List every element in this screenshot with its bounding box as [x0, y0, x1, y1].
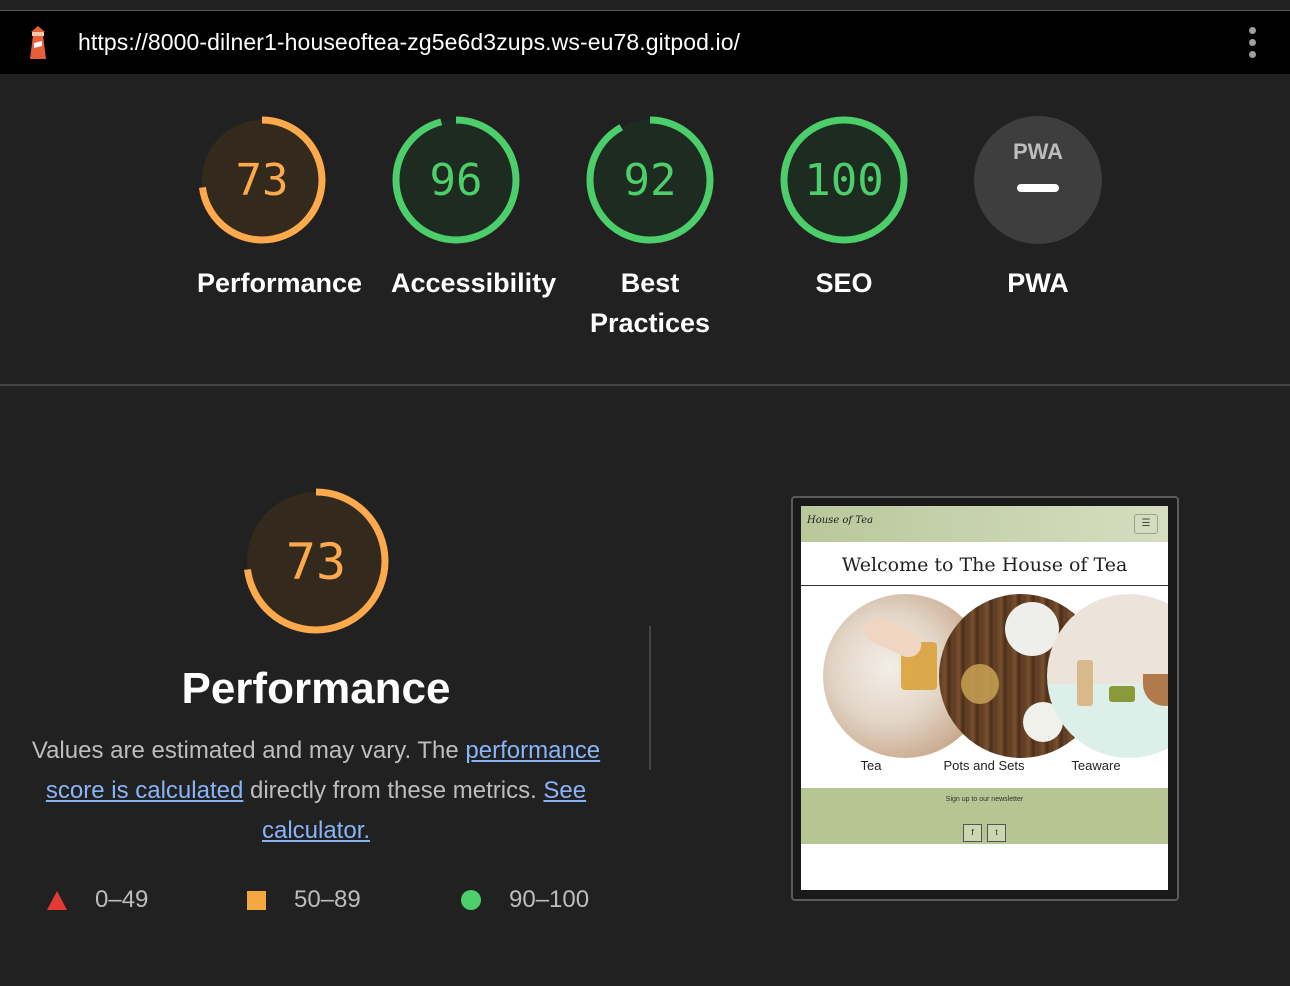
score-value: 92 — [624, 155, 677, 206]
site-navbar: House of Tea ☰ — [801, 506, 1168, 542]
heading-rule — [801, 585, 1168, 586]
score-label: Best Practices — [589, 268, 711, 338]
facebook-icon: f — [963, 824, 982, 842]
vertical-divider — [649, 626, 651, 770]
seo-gauge-ring: 100 — [780, 116, 908, 244]
pwa-badge-icon: PWA — [974, 116, 1102, 244]
twitter-icon: t — [987, 824, 1006, 842]
gauge-pwa[interactable]: PWA PWA — [973, 115, 1103, 303]
score-value: 73 — [236, 155, 289, 206]
performance-large-gauge: 73 — [243, 488, 389, 634]
kebab-menu-icon[interactable] — [1238, 27, 1266, 61]
legend-pass: 90–100 — [461, 886, 589, 914]
category-pots-and-sets: Pots and Sets — [943, 758, 1025, 773]
newsletter-text: Sign up to our newsletter — [945, 796, 1024, 803]
green-circle-icon — [461, 890, 481, 910]
gauge-seo[interactable]: 100 SEO — [779, 115, 909, 303]
score-label: Performance — [197, 268, 363, 298]
accessibility-gauge-ring: 96 — [392, 116, 520, 244]
score-label: SEO — [815, 268, 873, 298]
gauge-performance[interactable]: 73 Performance — [197, 115, 363, 303]
hamburger-menu-icon: ☰ — [1134, 514, 1158, 534]
performance-description: Values are estimated and may vary. The p… — [31, 737, 601, 844]
legend-average: 50–89 — [247, 886, 361, 914]
red-triangle-icon — [47, 890, 67, 910]
lighthouse-icon — [30, 26, 46, 59]
score-value: 100 — [804, 155, 883, 206]
orange-square-icon — [247, 890, 266, 910]
category-teaware: Teaware — [1071, 758, 1121, 773]
performance-gauge-ring: 73 — [198, 116, 326, 244]
pwa-badge-text: PWA — [1013, 139, 1063, 164]
page-screenshot[interactable]: House of Tea ☰ Welcome to The House of T… — [801, 506, 1168, 890]
category-tea: Tea — [860, 758, 882, 773]
gauge-best-practices[interactable]: 92 Best Practices — [585, 115, 715, 343]
performance-heading: Performance — [181, 664, 451, 713]
best-practices-gauge-ring: 92 — [586, 116, 714, 244]
site-logo: House of Tea — [807, 515, 874, 526]
gauge-accessibility[interactable]: 96 Accessibility — [391, 115, 557, 303]
score-value: 96 — [430, 155, 483, 206]
url-bar: https://8000-dilner1-houseoftea-zg5e6d3z… — [0, 11, 1290, 74]
site-heading: Welcome to The House of Tea — [841, 554, 1128, 576]
score-label: PWA — [1007, 268, 1069, 298]
legend-fail: 0–49 — [47, 886, 148, 914]
performance-score: 73 — [286, 533, 346, 591]
score-label: Accessibility — [391, 268, 557, 298]
window-top-edge — [0, 0, 1290, 11]
section-divider — [0, 384, 1290, 386]
page-url[interactable]: https://8000-dilner1-houseoftea-zg5e6d3z… — [78, 29, 740, 56]
